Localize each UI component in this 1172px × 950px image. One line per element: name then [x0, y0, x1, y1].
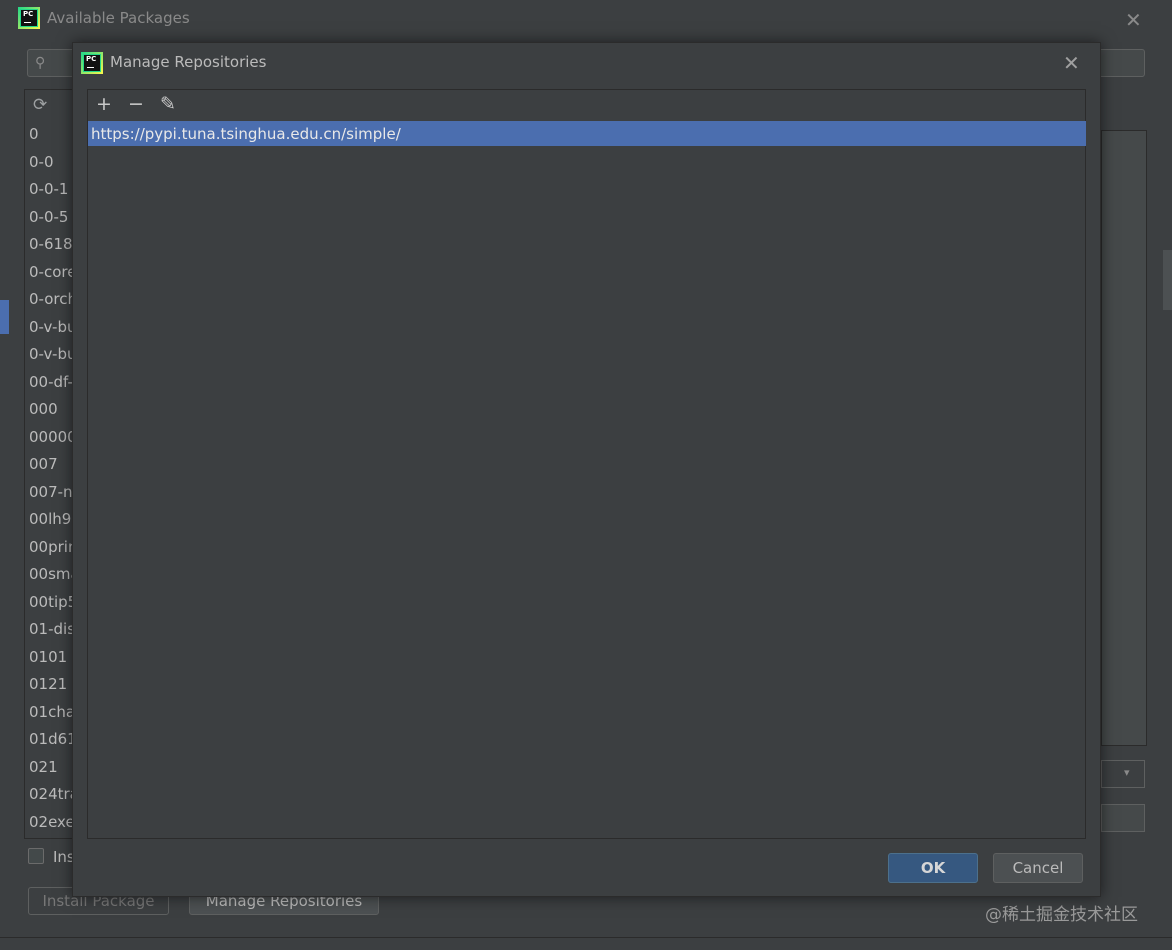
list-item[interactable]: 0-core [29, 263, 73, 281]
list-item[interactable]: 00sma [29, 565, 73, 583]
list-item[interactable]: 0-0 [29, 153, 73, 171]
list-item[interactable]: 0 [29, 125, 73, 143]
list-item[interactable]: 0-v-bu [29, 318, 73, 336]
list-item[interactable]: 0101 [29, 648, 73, 666]
list-item[interactable]: 0-orch [29, 290, 73, 308]
list-item[interactable]: 000 [29, 400, 73, 418]
add-icon[interactable]: + [96, 93, 112, 115]
list-item[interactable]: 021 [29, 758, 73, 776]
selection-strip [0, 300, 9, 334]
list-item[interactable]: 01cha [29, 703, 73, 721]
list-item[interactable]: 00lh9l [29, 510, 73, 528]
list-item[interactable]: 00-df- [29, 373, 73, 391]
ok-button[interactable]: OK [888, 853, 978, 883]
list-item[interactable]: 0-0-5 [29, 208, 73, 226]
list-item[interactable]: 0-0-1 [29, 180, 73, 198]
watermark: @稀土掘金技术社区 [985, 905, 1138, 925]
chevron-down-icon[interactable]: ▾ [1124, 766, 1130, 779]
remove-icon[interactable]: − [128, 93, 144, 115]
bottom-toolbar [0, 937, 1172, 950]
list-item[interactable]: 024tra [29, 785, 73, 803]
list-item[interactable]: 02exe [29, 813, 73, 831]
list-item[interactable]: 00000 [29, 428, 73, 446]
list-item[interactable]: 00tip5 [29, 593, 73, 611]
close-icon[interactable]: ✕ [1125, 8, 1142, 32]
repository-list[interactable] [87, 89, 1086, 839]
list-item[interactable]: 007-n [29, 483, 73, 501]
pycharm-logo-icon [18, 7, 40, 29]
scrollbar[interactable] [1163, 250, 1172, 310]
repository-url: https://pypi.tuna.tsinghua.edu.cn/simple… [91, 125, 401, 143]
refresh-icon[interactable]: ⟳ [33, 95, 47, 115]
list-item[interactable]: 007 [29, 455, 73, 473]
version-select[interactable] [1101, 760, 1145, 788]
list-item[interactable]: 01-dis [29, 620, 73, 638]
cancel-button[interactable]: Cancel [993, 853, 1083, 883]
window-title: Available Packages [47, 9, 190, 27]
pycharm-logo-icon [81, 52, 103, 74]
list-item[interactable]: 0121 [29, 675, 73, 693]
package-description-panel [1101, 130, 1147, 746]
edit-icon[interactable]: ✎ [160, 93, 176, 115]
list-item[interactable]: 0-v-bu [29, 345, 73, 363]
dialog-title: Manage Repositories [110, 53, 267, 71]
search-icon[interactable]: ⚲ [35, 55, 45, 71]
options-input[interactable] [1101, 804, 1145, 832]
list-item[interactable]: 00prin [29, 538, 73, 556]
list-item[interactable]: 0-618 [29, 235, 73, 253]
list-item[interactable]: 01d61 [29, 730, 73, 748]
install-to-user-checkbox[interactable] [28, 848, 44, 864]
close-icon[interactable]: ✕ [1063, 51, 1080, 75]
